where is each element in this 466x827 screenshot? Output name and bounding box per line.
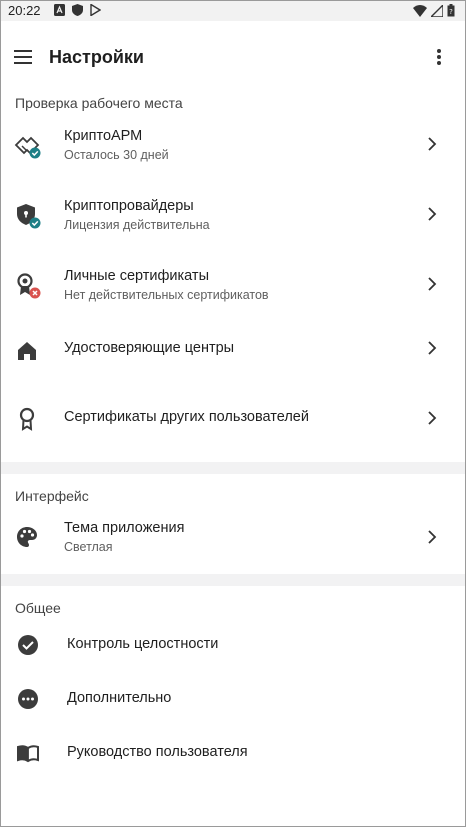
chevron-right-icon [428,277,437,291]
certificate-icon [17,273,41,299]
shield-notification-icon [72,4,83,16]
screen: 20:22 ? Настройки Проверка рабочего мест… [0,0,466,827]
item-title: Сертификаты других пользователей [64,409,309,425]
home-icon [18,342,36,360]
chevron-right-icon [428,207,437,221]
play-store-icon [90,3,102,17]
settings-item-additional[interactable]: Дополнительно [1,672,465,726]
more-circle-icon [18,689,38,709]
signal-icon [429,2,444,20]
settings-item-certification-authorities[interactable]: Удостоверяющие центры [1,319,465,389]
item-title: Личные сертификаты [64,268,209,284]
section-header-general: Общее [15,600,61,616]
item-title: Удостоверяющие центры [64,340,235,356]
award-icon [19,407,35,431]
item-title: Криптопровайдеры [64,198,194,214]
status-time: 20:22 [8,3,41,18]
shield-lock-icon [17,204,41,229]
chevron-right-icon [428,530,437,544]
overflow-menu-button[interactable] [425,43,453,71]
app-bar: Настройки [1,21,465,91]
notification-a-icon [54,4,65,16]
item-title: Дополнительно [67,690,172,706]
settings-item-app-theme[interactable]: Тема приложения Светлая [1,502,465,572]
book-icon [17,745,39,763]
wifi-icon [413,4,427,20]
hamburger-icon [14,50,32,64]
item-title: Руководство пользователя [67,744,248,760]
handshake-icon [14,136,41,159]
item-title: Тема приложения [64,520,185,536]
status-bar: 20:22 ? [1,1,465,21]
chevron-right-icon [428,411,437,425]
battery-icon: ? [447,4,455,20]
item-subtitle: Осталось 30 дней [64,148,169,162]
item-subtitle: Нет действительных сертификатов [64,288,269,302]
section-divider [1,462,465,474]
settings-item-integrity-control[interactable]: Контроль целостности [1,618,465,672]
more-vert-icon [437,49,441,65]
item-title: Контроль целостности [67,636,219,652]
page-title: Настройки [49,47,144,67]
settings-item-cryptoproviders[interactable]: Криптопровайдеры Лицензия действительна [1,179,465,249]
check-circle-icon [18,635,38,655]
item-title: КриптоАРМ [64,128,143,144]
svg-text:?: ? [449,8,453,16]
menu-button[interactable] [9,43,37,71]
chevron-right-icon [428,341,437,355]
settings-item-personal-certificates[interactable]: Личные сертификаты Нет действительных се… [1,249,465,319]
item-subtitle: Лицензия действительна [64,218,210,232]
settings-item-user-guide[interactable]: Руководство пользователя [1,726,465,780]
settings-item-kriptoarm[interactable]: КриптоАРМ Осталось 30 дней [1,109,465,179]
section-divider [1,574,465,586]
chevron-right-icon [428,137,437,151]
palette-icon [17,527,37,547]
settings-item-other-users-certificates[interactable]: Сертификаты других пользователей [1,389,465,459]
item-subtitle: Светлая [64,540,113,554]
